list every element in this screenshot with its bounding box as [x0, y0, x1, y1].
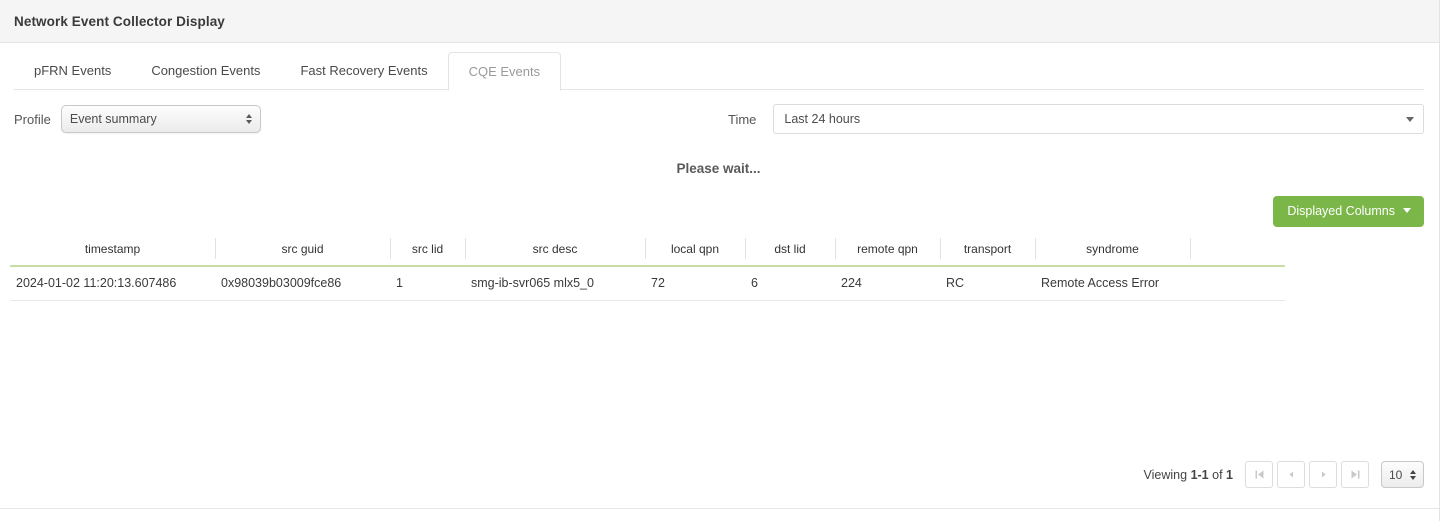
column-header-local-qpn[interactable]: local qpn: [645, 234, 745, 266]
column-header-src-guid[interactable]: src guid: [215, 234, 390, 266]
next-page-button[interactable]: [1309, 461, 1337, 488]
cell-transport: RC: [940, 266, 1035, 301]
pagination: Viewing 1-1 of 1 10: [1144, 461, 1424, 488]
column-header-src-lid[interactable]: src lid: [390, 234, 465, 266]
time-label: Time: [728, 112, 756, 127]
bottom-divider: [0, 508, 1439, 509]
window-titlebar: Network Event Collector Display: [0, 0, 1439, 43]
cell-src-guid: 0x98039b03009fce86: [215, 266, 390, 301]
viewing-range: 1-1: [1191, 468, 1209, 482]
stepper-arrows-icon: [246, 114, 252, 124]
next-page-icon: [1318, 469, 1329, 480]
previous-page-button[interactable]: [1277, 461, 1305, 488]
cell-spacer: [1190, 266, 1285, 301]
tab-pfrn-events[interactable]: pFRN Events: [14, 52, 131, 90]
displayed-columns-label: Displayed Columns: [1287, 204, 1395, 218]
loading-status: Please wait...: [0, 148, 1439, 188]
chevron-down-icon: [1406, 117, 1414, 122]
cell-src-lid: 1: [390, 266, 465, 301]
events-table-container: timestamp src guid src lid src desc loca…: [0, 234, 1439, 301]
tab-label: pFRN Events: [34, 63, 111, 78]
column-header-transport[interactable]: transport: [940, 234, 1035, 266]
profile-filter: Profile Event summary: [14, 105, 261, 133]
time-range-select[interactable]: Last 24 hours: [773, 104, 1424, 134]
tab-cqe-events[interactable]: CQE Events: [448, 52, 562, 91]
cell-local-qpn: 72: [645, 266, 745, 301]
column-header-src-desc[interactable]: src desc: [465, 234, 645, 266]
pagination-summary: Viewing 1-1 of 1: [1144, 468, 1233, 482]
profile-select[interactable]: Event summary: [61, 105, 261, 133]
time-selected-value: Last 24 hours: [784, 112, 860, 126]
filters-row: Profile Event summary Time Last 24 hours: [0, 90, 1439, 148]
cell-timestamp: 2024-01-02 11:20:13.607486: [10, 266, 215, 301]
table-header-row: timestamp src guid src lid src desc loca…: [10, 234, 1285, 266]
viewing-of: of: [1212, 468, 1222, 482]
network-event-collector-window: Network Event Collector Display pFRN Eve…: [0, 0, 1440, 521]
viewing-total: 1: [1226, 468, 1233, 482]
tab-congestion-events[interactable]: Congestion Events: [131, 52, 280, 90]
tab-fast-recovery-events[interactable]: Fast Recovery Events: [280, 52, 447, 90]
displayed-columns-button[interactable]: Displayed Columns: [1273, 196, 1424, 227]
last-page-button[interactable]: [1341, 461, 1369, 488]
stepper-arrows-icon: [1410, 470, 1416, 480]
cqe-events-table: timestamp src guid src lid src desc loca…: [10, 234, 1285, 301]
previous-page-icon: [1286, 469, 1297, 480]
last-page-icon: [1350, 469, 1361, 480]
tab-label: CQE Events: [469, 64, 541, 79]
page-title: Network Event Collector Display: [14, 14, 225, 29]
page-size-select[interactable]: 10: [1381, 461, 1424, 488]
profile-label: Profile: [14, 112, 51, 127]
first-page-button[interactable]: [1245, 461, 1273, 488]
table-row[interactable]: 2024-01-02 11:20:13.607486 0x98039b03009…: [10, 266, 1285, 301]
column-header-syndrome[interactable]: syndrome: [1035, 234, 1190, 266]
tab-label: Congestion Events: [151, 63, 260, 78]
caret-down-icon: [1403, 208, 1411, 213]
cell-remote-qpn: 224: [835, 266, 940, 301]
tab-label: Fast Recovery Events: [300, 63, 427, 78]
column-header-spacer: [1190, 234, 1285, 266]
viewing-prefix: Viewing: [1144, 468, 1188, 482]
cell-syndrome: Remote Access Error: [1035, 266, 1190, 301]
column-header-remote-qpn[interactable]: remote qpn: [835, 234, 940, 266]
time-filter: Time Last 24 hours: [728, 104, 1424, 134]
first-page-icon: [1254, 469, 1265, 480]
table-toolbar: Displayed Columns: [0, 188, 1439, 234]
tab-bar: pFRN Events Congestion Events Fast Recov…: [0, 43, 1439, 90]
cell-src-desc: smg-ib-svr065 mlx5_0: [465, 266, 645, 301]
cell-dst-lid: 6: [745, 266, 835, 301]
status-message: Please wait...: [676, 161, 760, 176]
profile-selected-value: Event summary: [70, 112, 157, 126]
column-header-timestamp[interactable]: timestamp: [10, 234, 215, 266]
page-size-value: 10: [1389, 468, 1402, 482]
column-header-dst-lid[interactable]: dst lid: [745, 234, 835, 266]
